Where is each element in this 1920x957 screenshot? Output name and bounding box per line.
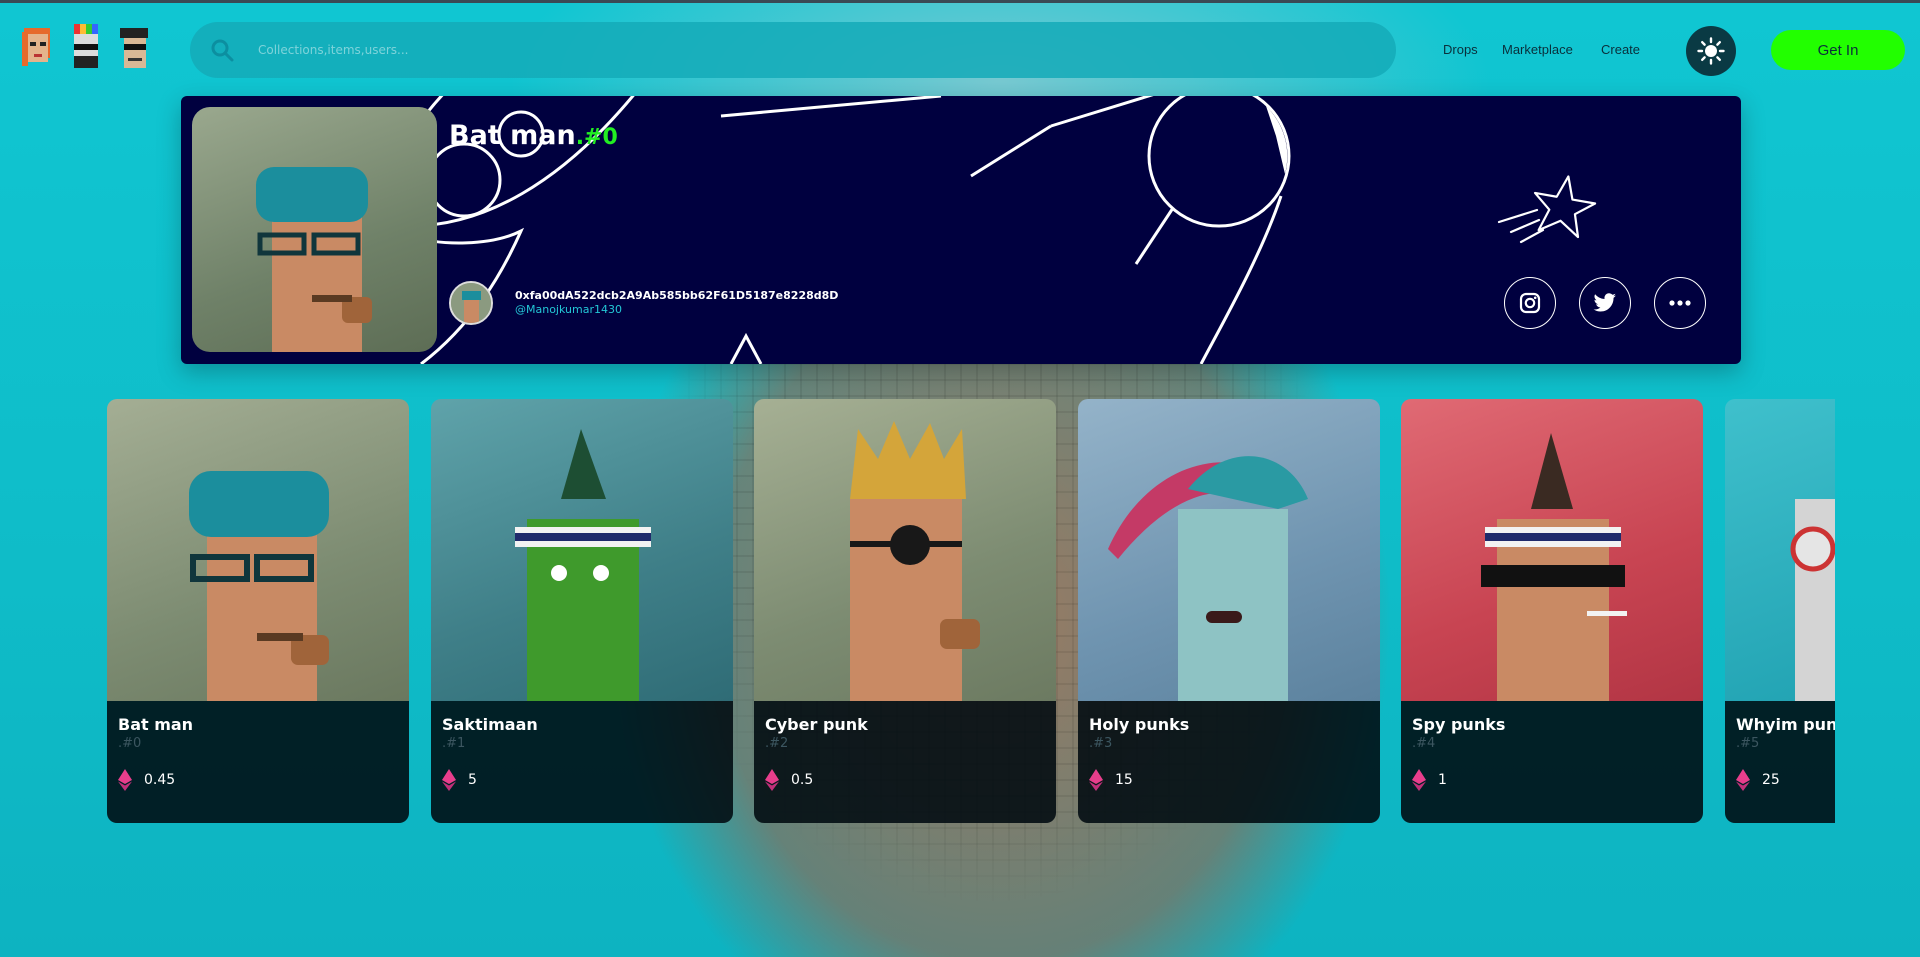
nft-card-image — [431, 399, 733, 701]
owner-handle-link[interactable]: @Manojkumar1430 — [515, 303, 622, 316]
theme-toggle-button[interactable] — [1686, 26, 1736, 76]
owner-avatar-image — [451, 283, 491, 323]
nft-card-price: 15 — [1089, 769, 1369, 791]
nft-card-price-value: 5 — [468, 772, 477, 788]
nft-card-info: Saktimaan .#1 5 — [431, 701, 733, 823]
nft-card-price-value: 0.45 — [144, 772, 176, 788]
banner-nft-image — [192, 107, 437, 352]
nft-card-name: Holy punks — [1089, 715, 1190, 734]
nft-card-image — [754, 399, 1056, 701]
nft-card-name: Saktimaan — [442, 715, 538, 734]
punk-logo-icon-cap — [120, 28, 148, 68]
shooting-star-icon — [1497, 175, 1597, 244]
window-top-border — [0, 0, 1920, 3]
twitter-icon — [1593, 293, 1616, 312]
nft-card-price-value: 0.5 — [791, 772, 814, 788]
owner-wallet-address: 0xfa00dA522dcb2A9Ab585bb62F61D5187e8228d… — [515, 289, 839, 302]
nft-card-price: 0.5 — [765, 769, 1045, 791]
nft-card-name: Bat man — [118, 715, 194, 734]
ellipsis-icon — [1669, 300, 1691, 306]
nft-card[interactable]: Holy punks .#3 15 — [1078, 399, 1380, 823]
nav-create[interactable]: Create — [1601, 42, 1640, 57]
nft-card-number: .#2 — [765, 736, 789, 751]
nft-card-price: 1 — [1412, 769, 1692, 791]
nft-card-image — [1725, 399, 1835, 701]
ethereum-icon — [442, 769, 456, 791]
nft-card[interactable]: Whyim punks .#5 25 — [1725, 399, 1835, 823]
nft-card-name: Cyber punk — [765, 715, 868, 734]
punk-logo-icon-red — [22, 28, 50, 66]
nft-card-number: .#0 — [118, 736, 142, 751]
nft-card-price: 5 — [442, 769, 722, 791]
profile-banner: Bat man.#0 0xfa00dA522dcb2A9Ab585bb62F61… — [181, 96, 1741, 364]
nft-card[interactable]: Bat man .#0 0.45 — [107, 399, 409, 823]
more-options-button[interactable] — [1654, 277, 1706, 329]
nft-card-number: .#4 — [1412, 736, 1436, 751]
search-bar[interactable] — [190, 22, 1396, 78]
nft-card-info: Spy punks .#4 1 — [1401, 701, 1703, 823]
site-logo[interactable] — [18, 22, 152, 76]
twitter-button[interactable] — [1579, 277, 1631, 329]
nft-card-number: .#5 — [1736, 736, 1760, 751]
nft-card-info: Holy punks .#3 15 — [1078, 701, 1380, 823]
nft-card-price-value: 15 — [1115, 772, 1133, 788]
ethereum-icon — [1089, 769, 1103, 791]
nft-card-price: 25 — [1736, 769, 1824, 791]
sun-icon — [1697, 37, 1725, 65]
nft-card-image — [1401, 399, 1703, 701]
nft-card-number: .#1 — [442, 736, 466, 751]
search-icon — [211, 39, 234, 62]
nft-card-info: Whyim punks .#5 25 — [1725, 701, 1835, 823]
nft-card-info: Cyber punk .#2 0.5 — [754, 701, 1056, 823]
nft-card[interactable]: Saktimaan .#1 5 — [431, 399, 733, 823]
nav-drops[interactable]: Drops — [1443, 42, 1478, 57]
nav-marketplace[interactable]: Marketplace — [1502, 42, 1573, 57]
nft-card[interactable]: Spy punks .#4 1 — [1401, 399, 1703, 823]
nft-card-info: Bat man .#0 0.45 — [107, 701, 409, 823]
ethereum-icon — [118, 769, 132, 791]
ethereum-icon — [1736, 769, 1750, 791]
nft-card-price-value: 1 — [1438, 772, 1447, 788]
instagram-icon — [1519, 292, 1541, 314]
banner-title: Bat man.#0 — [449, 120, 618, 151]
ethereum-icon — [765, 769, 779, 791]
punk-logo-icon-rainbow — [74, 24, 98, 68]
banner-token-number: .#0 — [575, 125, 618, 150]
nft-card-number: .#3 — [1089, 736, 1113, 751]
nft-card-name: Whyim punks — [1736, 715, 1835, 734]
nft-card-price: 0.45 — [118, 769, 398, 791]
instagram-button[interactable] — [1504, 277, 1556, 329]
nft-card-image — [1078, 399, 1380, 701]
voxel-head-image — [256, 167, 372, 352]
search-input[interactable] — [258, 43, 858, 57]
get-in-button[interactable]: Get In — [1771, 30, 1905, 70]
nft-card-price-value: 25 — [1762, 772, 1780, 788]
owner-avatar[interactable] — [449, 281, 493, 325]
nft-card-name: Spy punks — [1412, 715, 1506, 734]
nft-card[interactable]: Cyber punk .#2 0.5 — [754, 399, 1056, 823]
banner-title-name: Bat man — [449, 120, 576, 151]
ethereum-icon — [1412, 769, 1426, 791]
nft-card-image — [107, 399, 409, 701]
